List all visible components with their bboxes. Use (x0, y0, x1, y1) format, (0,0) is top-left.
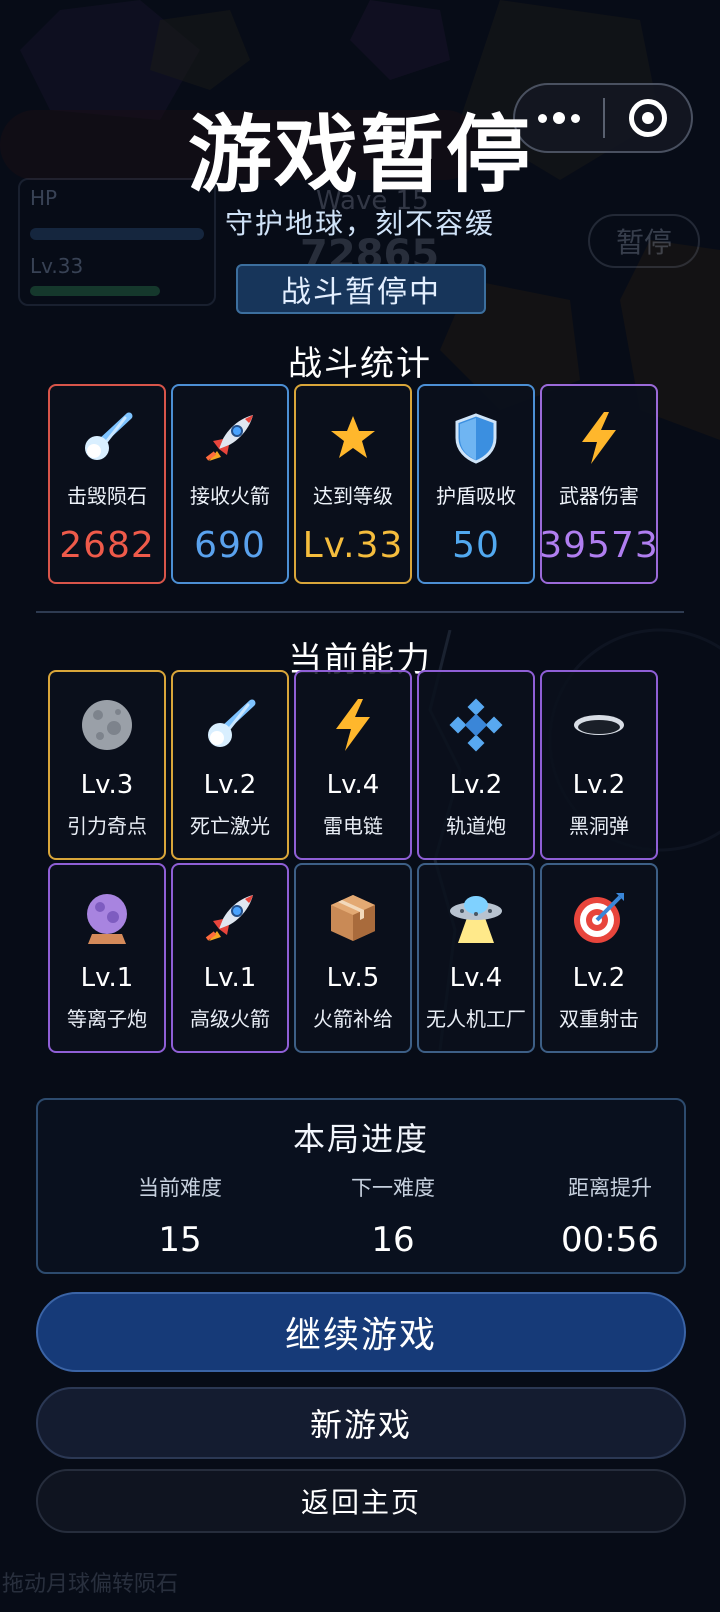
page-title: 游戏暂停 (187, 106, 532, 204)
ufo-icon (448, 889, 504, 947)
next-difficulty: 下一难度 16 (293, 1172, 493, 1260)
ability-card: Lv.1 等离子炮 (48, 863, 166, 1053)
stat-value: 690 (194, 525, 266, 566)
stat-value: 50 (452, 525, 500, 566)
progress-panel: 本局进度 当前难度 15 下一难度 16 距离提升 00:56 (36, 1098, 686, 1274)
rocket-icon (203, 410, 257, 466)
ability-level: Lv.2 (203, 770, 257, 800)
next-difficulty-label: 下一难度 (351, 1176, 435, 1200)
diamond-cluster-icon (449, 696, 503, 754)
ability-card: Lv.4 无人机工厂 (417, 863, 535, 1053)
stat-card: 护盾吸收 50 (417, 384, 535, 584)
ability-level: Lv.4 (449, 963, 503, 993)
ability-level: Lv.1 (80, 963, 134, 993)
stat-card: 达到等级 Lv.33 (294, 384, 412, 584)
ability-name: 火箭补给 (313, 1007, 393, 1031)
ability-card: Lv.5 火箭补给 (294, 863, 412, 1053)
ability-card: Lv.3 引力奇点 (48, 670, 166, 860)
ability-level: Lv.3 (80, 770, 134, 800)
ability-name: 高级火箭 (190, 1007, 270, 1031)
lightning-icon (330, 696, 376, 754)
ability-name: 黑洞弹 (569, 814, 629, 838)
ability-level: Lv.4 (326, 770, 380, 800)
difficulty-countdown: 距离提升 00:56 (510, 1172, 710, 1260)
ability-card: Lv.2 轨道炮 (417, 670, 535, 860)
hint-text: 拖动月球偏转陨石 (2, 1572, 179, 1597)
crystal-ball-icon (82, 889, 132, 947)
stats-section-title: 战斗统计 (288, 344, 432, 384)
ability-card: Lv.4 雷电链 (294, 670, 412, 860)
page-subtitle: 守护地球，刻不容缓 (224, 207, 495, 240)
comet-icon (81, 410, 133, 466)
stat-label: 接收火箭 (190, 484, 270, 508)
comet-icon (204, 696, 256, 754)
shield-icon (453, 410, 499, 466)
progress-title: 本局进度 (292, 1120, 429, 1158)
stat-label: 武器伤害 (559, 484, 639, 508)
ability-name: 双重射击 (559, 1007, 639, 1031)
ability-level: Lv.2 (572, 770, 626, 800)
ability-level: Lv.1 (203, 963, 257, 993)
ability-name: 雷电链 (323, 814, 383, 838)
ability-card: Lv.2 黑洞弹 (540, 670, 658, 860)
black-hole-icon (572, 696, 626, 754)
stat-label: 护盾吸收 (436, 484, 516, 508)
xp-bar (30, 286, 160, 296)
stat-card: 接收火箭 690 (171, 384, 289, 584)
ability-card: Lv.2 双重射击 (540, 863, 658, 1053)
stat-card: 武器伤害 39573 (539, 384, 659, 584)
stat-value: Lv.33 (302, 525, 404, 566)
ability-level: Lv.2 (572, 963, 626, 993)
next-difficulty-value: 16 (371, 1220, 415, 1260)
moon-icon (80, 696, 134, 754)
ability-level: Lv.5 (326, 963, 380, 993)
current-difficulty-label: 当前难度 (138, 1176, 222, 1200)
home-button[interactable]: 返回主页 (36, 1469, 686, 1533)
star-icon (328, 410, 378, 466)
ability-card: Lv.2 死亡激光 (171, 670, 289, 860)
ability-name: 等离子炮 (67, 1007, 147, 1031)
stat-value: 2682 (59, 525, 155, 566)
stat-value: 39573 (539, 525, 659, 566)
ability-name: 死亡激光 (190, 814, 270, 838)
ability-card: Lv.1 高级火箭 (171, 863, 289, 1053)
target-icon (572, 889, 626, 947)
package-icon (328, 889, 378, 947)
player-level-label: Lv.33 (30, 254, 84, 278)
rocket-icon (203, 889, 257, 947)
ability-name: 无人机工厂 (426, 1007, 526, 1031)
ability-level: Lv.2 (449, 770, 503, 800)
stat-label: 达到等级 (313, 484, 393, 508)
countdown-label: 距离提升 (568, 1176, 652, 1200)
countdown-value: 00:56 (561, 1220, 659, 1260)
current-difficulty-value: 15 (158, 1220, 202, 1260)
section-divider (36, 611, 684, 613)
ability-name: 轨道炮 (446, 814, 506, 838)
ability-name: 引力奇点 (67, 814, 147, 838)
stat-label: 击毁陨石 (67, 484, 147, 508)
lightning-icon (576, 410, 622, 466)
status-badge: 战斗暂停中 (236, 264, 486, 314)
stat-card: 击毁陨石 2682 (48, 384, 166, 584)
resume-game-button[interactable]: 继续游戏 (36, 1292, 686, 1372)
new-game-button[interactable]: 新游戏 (36, 1387, 686, 1459)
current-difficulty: 当前难度 15 (80, 1172, 280, 1260)
